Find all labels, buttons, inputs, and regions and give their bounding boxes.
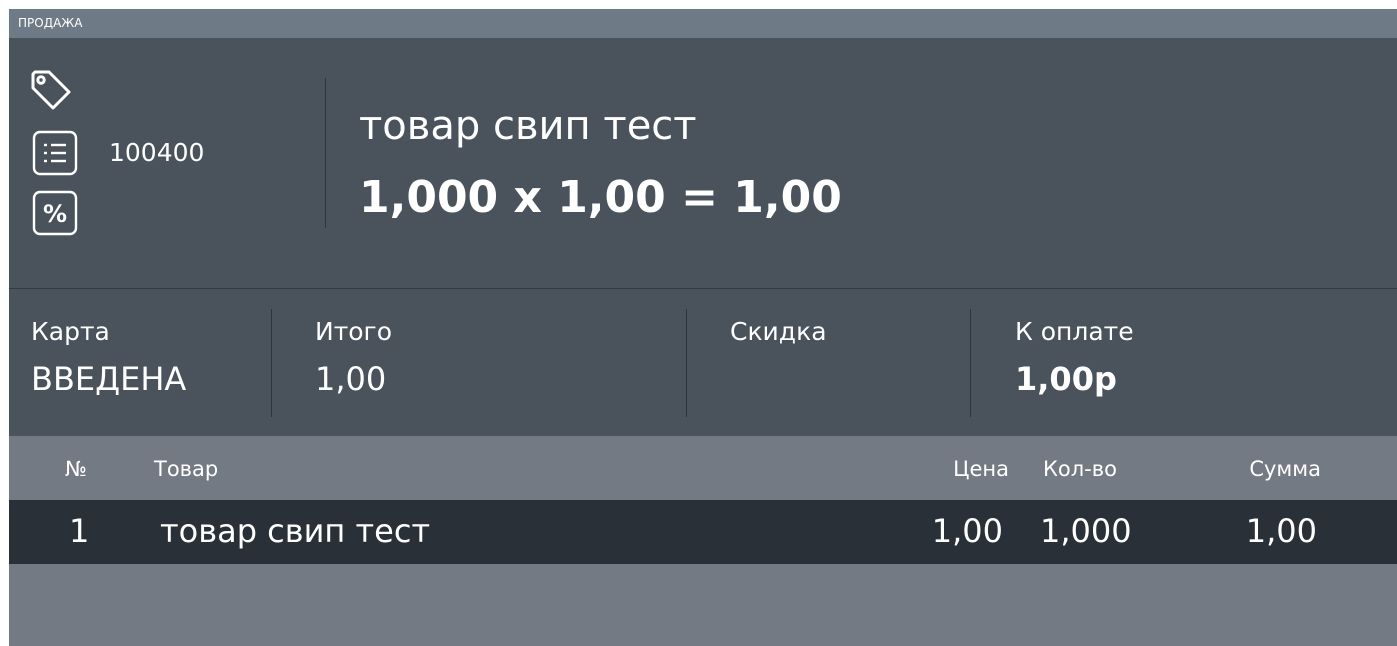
sale-screen: ПРОДАЖА % 100400 товар свип тест 1,000 x… xyxy=(9,9,1397,646)
divider xyxy=(686,309,687,417)
mode-title: ПРОДАЖА xyxy=(9,9,1397,38)
column-header-qty: Кол-во xyxy=(1043,457,1117,481)
card-status: ВВЕДЕНА xyxy=(31,360,187,398)
tag-icon[interactable] xyxy=(29,68,71,110)
row-qty: 1,000 xyxy=(1040,512,1132,550)
to-pay-label: К оплате xyxy=(1015,317,1134,346)
row-price: 1,00 xyxy=(931,512,1003,550)
column-header-product: Товар xyxy=(154,457,219,481)
row-product: товар свип тест xyxy=(160,512,431,550)
column-header-price: Цена xyxy=(953,457,1009,481)
current-product-name: товар свип тест xyxy=(359,103,697,149)
divider xyxy=(970,309,971,417)
divider xyxy=(325,78,326,228)
svg-text:%: % xyxy=(43,200,67,228)
item-code: 100400 xyxy=(109,138,205,167)
column-header-number: № xyxy=(65,457,87,481)
column-header-sum: Сумма xyxy=(1249,457,1321,481)
to-pay-value: 1,00р xyxy=(1015,360,1117,398)
table-row[interactable]: 1 товар свип тест 1,00 1,000 1,00 xyxy=(9,500,1397,564)
receipt-table: № Товар Цена Кол-во Сумма 1 товар свип т… xyxy=(9,436,1397,646)
total-label: Итого xyxy=(315,317,392,346)
percent-icon[interactable]: % xyxy=(31,189,79,237)
discount-label: Скидка xyxy=(730,317,827,346)
current-item-calculation: 1,000 x 1,00 = 1,00 xyxy=(359,172,842,223)
list-icon[interactable] xyxy=(31,129,79,177)
divider xyxy=(271,309,272,417)
total-value: 1,00 xyxy=(315,360,387,398)
row-sum: 1,00 xyxy=(1245,512,1317,550)
table-header: № Товар Цена Кол-во Сумма xyxy=(9,436,1397,500)
card-label: Карта xyxy=(31,317,110,346)
row-number: 1 xyxy=(69,512,90,550)
receipt-summary: Карта ВВЕДЕНА Итого 1,00 Скидка К оплате… xyxy=(9,288,1397,436)
current-item-panel: % 100400 товар свип тест 1,000 x 1,00 = … xyxy=(9,38,1397,288)
